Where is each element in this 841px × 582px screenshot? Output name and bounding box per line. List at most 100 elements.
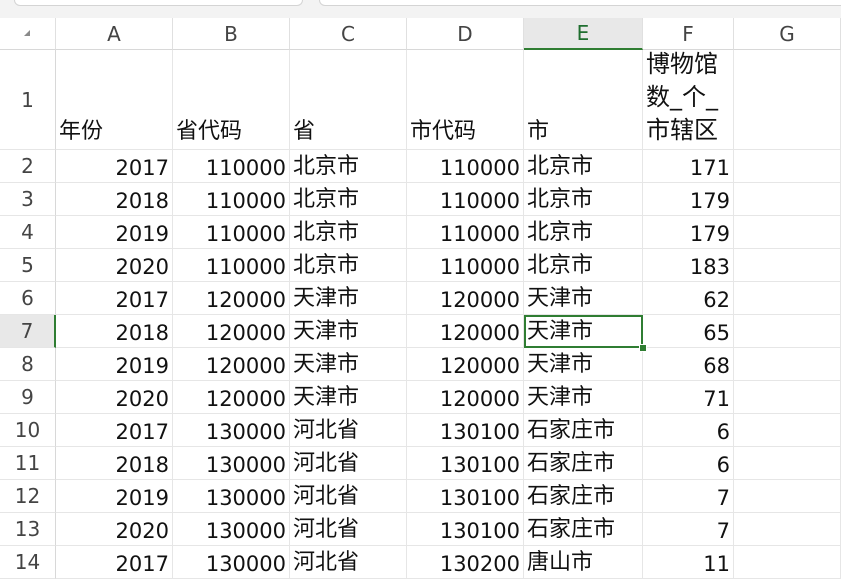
cell-c4[interactable]: 北京市 — [290, 216, 407, 249]
header-cell-a[interactable]: 年份 — [56, 50, 173, 150]
row-header-9[interactable]: 9 — [0, 381, 56, 414]
cell-e8[interactable]: 天津市 — [524, 348, 643, 381]
empty-cell-g3[interactable] — [734, 183, 841, 216]
row-header-1[interactable]: 1 — [0, 50, 56, 150]
cell-e3[interactable]: 北京市 — [524, 183, 643, 216]
cell-a13[interactable]: 2020 — [56, 513, 173, 546]
cell-e6[interactable]: 天津市 — [524, 282, 643, 315]
header-cell-c[interactable]: 省 — [290, 50, 407, 150]
cell-c14[interactable]: 河北省 — [290, 546, 407, 579]
row-header-14[interactable]: 14 — [0, 546, 56, 579]
cell-c10[interactable]: 河北省 — [290, 414, 407, 447]
cell-a6[interactable]: 2017 — [56, 282, 173, 315]
cell-d14[interactable]: 130200 — [407, 546, 524, 579]
cell-a12[interactable]: 2019 — [56, 480, 173, 513]
row-header-10[interactable]: 10 — [0, 414, 56, 447]
column-header-g[interactable]: G — [734, 18, 841, 50]
cell-b4[interactable]: 110000 — [173, 216, 290, 249]
cell-c13[interactable]: 河北省 — [290, 513, 407, 546]
column-header-c[interactable]: C — [290, 18, 407, 50]
cell-e2[interactable]: 北京市 — [524, 150, 643, 183]
empty-cell-g14[interactable] — [734, 546, 841, 579]
fill-handle[interactable] — [639, 344, 647, 352]
cell-f4[interactable]: 179 — [643, 216, 734, 249]
empty-cell-g12[interactable] — [734, 480, 841, 513]
header-cell-b[interactable]: 省代码 — [173, 50, 290, 150]
empty-cell-g8[interactable] — [734, 348, 841, 381]
empty-cell-g10[interactable] — [734, 414, 841, 447]
cell-d8[interactable]: 120000 — [407, 348, 524, 381]
cell-c12[interactable]: 河北省 — [290, 480, 407, 513]
empty-cell-g4[interactable] — [734, 216, 841, 249]
cell-d12[interactable]: 130100 — [407, 480, 524, 513]
cell-f10[interactable]: 6 — [643, 414, 734, 447]
empty-cell-g13[interactable] — [734, 513, 841, 546]
cell-d9[interactable]: 120000 — [407, 381, 524, 414]
cell-b2[interactable]: 110000 — [173, 150, 290, 183]
cell-b12[interactable]: 130000 — [173, 480, 290, 513]
cell-f11[interactable]: 6 — [643, 447, 734, 480]
cell-e11[interactable]: 石家庄市 — [524, 447, 643, 480]
row-header-13[interactable]: 13 — [0, 513, 56, 546]
empty-cell-g1[interactable] — [734, 50, 841, 150]
cell-e4[interactable]: 北京市 — [524, 216, 643, 249]
cell-e9[interactable]: 天津市 — [524, 381, 643, 414]
row-header-2[interactable]: 2 — [0, 150, 56, 183]
column-header-b[interactable]: B — [173, 18, 290, 50]
cell-a8[interactable]: 2019 — [56, 348, 173, 381]
cell-c5[interactable]: 北京市 — [290, 249, 407, 282]
empty-cell-g11[interactable] — [734, 447, 841, 480]
empty-cell-g9[interactable] — [734, 381, 841, 414]
column-header-d[interactable]: D — [407, 18, 524, 50]
cell-e12[interactable]: 石家庄市 — [524, 480, 643, 513]
header-cell-f[interactable]: 博物馆数_个_市辖区 — [643, 50, 734, 150]
cell-b14[interactable]: 130000 — [173, 546, 290, 579]
cell-b5[interactable]: 110000 — [173, 249, 290, 282]
cell-b11[interactable]: 130000 — [173, 447, 290, 480]
row-header-3[interactable]: 3 — [0, 183, 56, 216]
cell-f5[interactable]: 183 — [643, 249, 734, 282]
row-header-4[interactable]: 4 — [0, 216, 56, 249]
formula-bar[interactable] — [319, 0, 841, 6]
cell-a11[interactable]: 2018 — [56, 447, 173, 480]
cell-c11[interactable]: 河北省 — [290, 447, 407, 480]
header-cell-d[interactable]: 市代码 — [407, 50, 524, 150]
cell-a14[interactable]: 2017 — [56, 546, 173, 579]
cell-c8[interactable]: 天津市 — [290, 348, 407, 381]
column-header-f[interactable]: F — [643, 18, 734, 50]
cell-b13[interactable]: 130000 — [173, 513, 290, 546]
row-header-5[interactable]: 5 — [0, 249, 56, 282]
cell-a9[interactable]: 2020 — [56, 381, 173, 414]
cell-c7[interactable]: 天津市 — [290, 315, 407, 348]
cell-e5[interactable]: 北京市 — [524, 249, 643, 282]
row-header-7[interactable]: 7 — [0, 315, 56, 348]
cell-a5[interactable]: 2020 — [56, 249, 173, 282]
column-header-a[interactable]: A — [56, 18, 173, 50]
name-box[interactable] — [14, 0, 303, 6]
cell-f9[interactable]: 71 — [643, 381, 734, 414]
empty-cell-g5[interactable] — [734, 249, 841, 282]
cell-b8[interactable]: 120000 — [173, 348, 290, 381]
cell-d13[interactable]: 130100 — [407, 513, 524, 546]
cell-a7[interactable]: 2018 — [56, 315, 173, 348]
cell-c6[interactable]: 天津市 — [290, 282, 407, 315]
cell-d10[interactable]: 130100 — [407, 414, 524, 447]
column-header-e[interactable]: E — [524, 18, 643, 50]
cell-e10[interactable]: 石家庄市 — [524, 414, 643, 447]
empty-cell-g2[interactable] — [734, 150, 841, 183]
cell-f7[interactable]: 65 — [643, 315, 734, 348]
cell-d5[interactable]: 110000 — [407, 249, 524, 282]
cell-d4[interactable]: 110000 — [407, 216, 524, 249]
cell-c2[interactable]: 北京市 — [290, 150, 407, 183]
cell-c9[interactable]: 天津市 — [290, 381, 407, 414]
cell-b3[interactable]: 110000 — [173, 183, 290, 216]
cell-c3[interactable]: 北京市 — [290, 183, 407, 216]
cell-a2[interactable]: 2017 — [56, 150, 173, 183]
cell-f8[interactable]: 68 — [643, 348, 734, 381]
cell-a3[interactable]: 2018 — [56, 183, 173, 216]
cell-f2[interactable]: 171 — [643, 150, 734, 183]
empty-cell-g7[interactable] — [734, 315, 841, 348]
cell-a4[interactable]: 2019 — [56, 216, 173, 249]
row-header-11[interactable]: 11 — [0, 447, 56, 480]
cell-b7[interactable]: 120000 — [173, 315, 290, 348]
